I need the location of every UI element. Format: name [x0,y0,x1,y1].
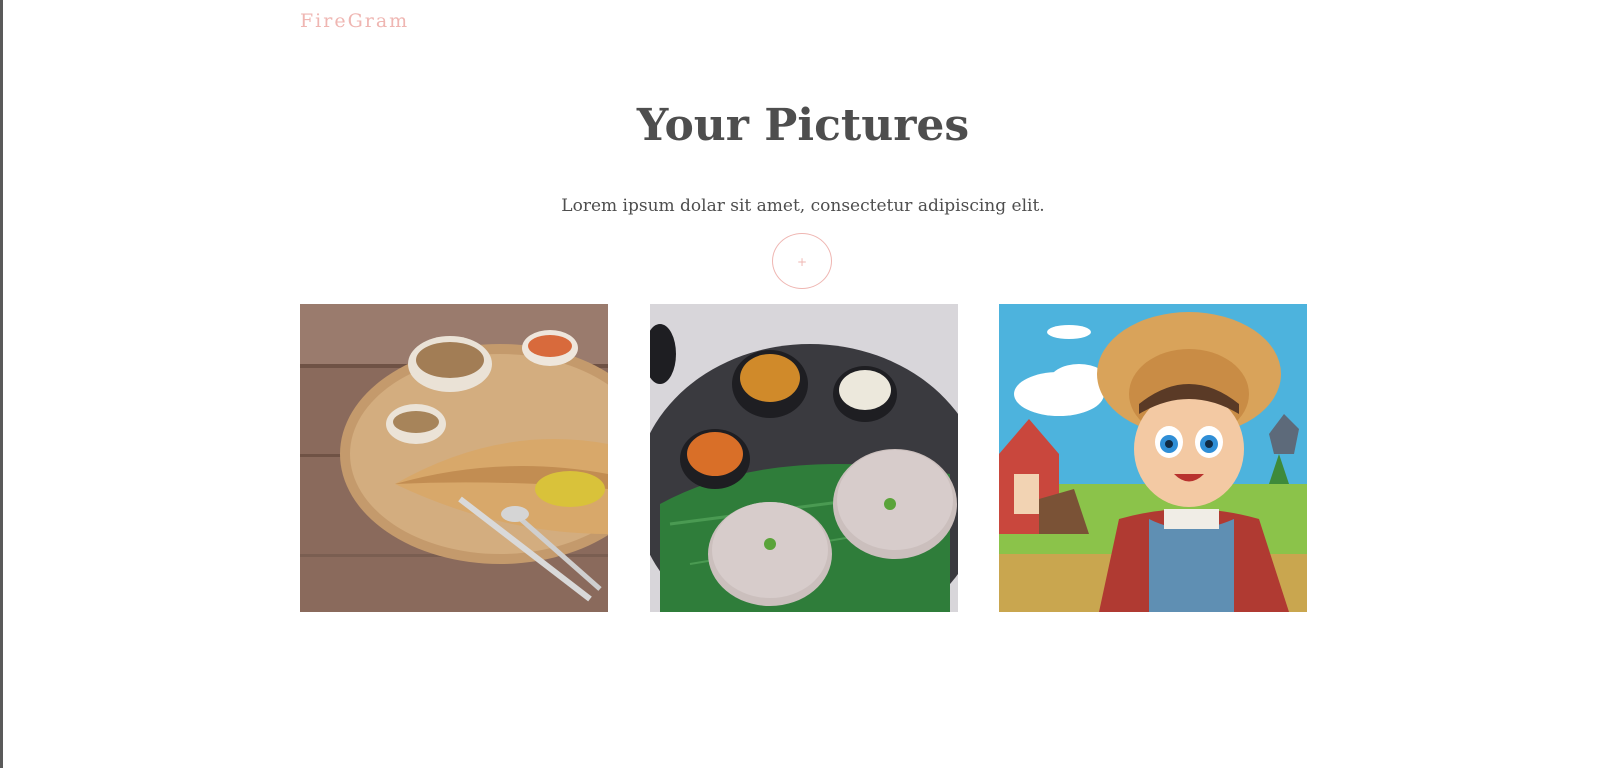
page-subtitle: Lorem ipsum dolar sit amet, consectetur … [561,196,1045,216]
app-logo[interactable]: FireGram [300,10,409,32]
idli-image [650,304,958,612]
dosa-image [300,304,608,612]
page-title: Your Pictures [636,100,970,151]
image-gallery [300,304,1307,612]
gallery-image-dosa[interactable] [300,304,608,612]
gallery-image-idli[interactable] [650,304,958,612]
upload-button[interactable]: + [772,233,832,289]
app-root: FireGram Your Pictures Lorem ipsum dolar… [0,0,1600,768]
farmer-image [999,304,1307,612]
gallery-image-farmer[interactable] [999,304,1307,612]
